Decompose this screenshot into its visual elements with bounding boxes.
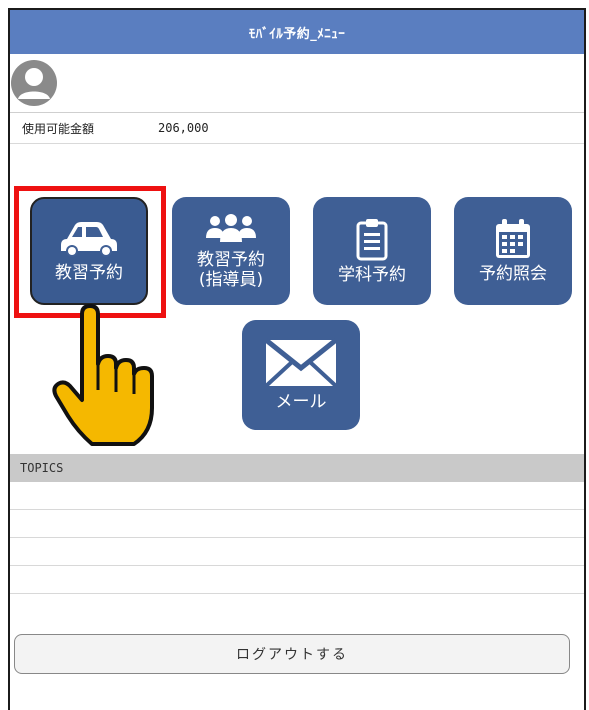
menu-reservation-inquiry-label: 予約照会 bbox=[479, 264, 547, 284]
balance-value: 206,000 bbox=[158, 121, 209, 135]
menu-mail-label: メール bbox=[275, 392, 327, 412]
menu-reservation-inquiry-button[interactable]: 予約照会 bbox=[454, 197, 572, 305]
menu-driving-lesson-instructor-button[interactable]: 教習予約 (指導員) bbox=[172, 197, 290, 305]
user-bar bbox=[10, 54, 584, 113]
topic-row bbox=[10, 538, 584, 566]
highlight-box bbox=[14, 186, 166, 318]
topic-row bbox=[10, 566, 584, 594]
logout-button[interactable]: ログアウトする bbox=[14, 634, 570, 674]
menu-mail-button[interactable]: メール bbox=[242, 320, 360, 430]
menu-classroom-lesson-label: 学科予約 bbox=[338, 265, 406, 285]
page-title: ﾓﾊﾞｲﾙ予約_ﾒﾆｭｰ bbox=[248, 26, 346, 42]
pointing-hand-icon bbox=[52, 304, 154, 446]
balance-label: 使用可能金額 bbox=[22, 121, 95, 136]
topics-header: TOPICS bbox=[10, 454, 584, 482]
topic-row bbox=[10, 482, 584, 510]
mail-icon bbox=[264, 338, 338, 388]
clipboard-icon bbox=[356, 219, 388, 261]
page-title-bar: ﾓﾊﾞｲﾙ予約_ﾒﾆｭｰ bbox=[10, 10, 584, 54]
menu-classroom-lesson-button[interactable]: 学科予約 bbox=[313, 197, 431, 305]
menu-driving-lesson-instructor-label-2: (指導員) bbox=[198, 270, 264, 290]
menu-driving-lesson-instructor-label-1: 教習予約 bbox=[197, 250, 265, 270]
calendar-icon bbox=[496, 219, 530, 258]
balance-row: 使用可能金額 206,000 bbox=[10, 113, 584, 144]
topic-row bbox=[10, 510, 584, 538]
user-avatar-icon[interactable] bbox=[10, 59, 58, 107]
logout-label: ログアウトする bbox=[236, 647, 348, 663]
topics-title: TOPICS bbox=[20, 461, 64, 475]
people-icon bbox=[206, 214, 256, 242]
